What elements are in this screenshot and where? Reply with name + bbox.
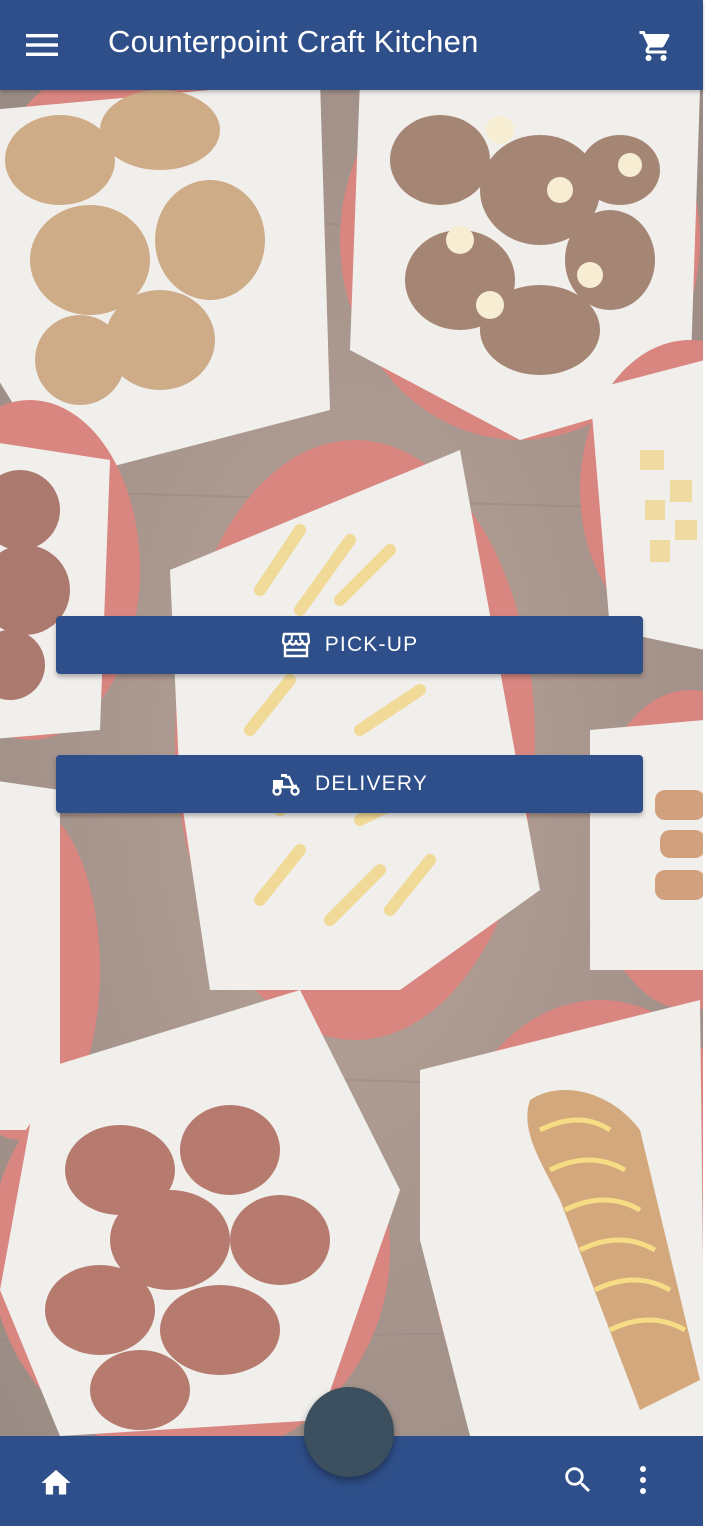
pickup-button[interactable]: PICK-UP <box>56 616 643 674</box>
home-button[interactable] <box>34 1458 78 1502</box>
search-icon <box>565 1467 591 1493</box>
storefront-icon <box>281 630 311 660</box>
app-title: Counterpoint Craft Kitchen <box>108 24 479 59</box>
menu-button[interactable] <box>22 27 62 63</box>
menu-icon <box>26 34 58 56</box>
delivery-button[interactable]: DELIVERY <box>56 755 643 813</box>
more-options-button[interactable] <box>621 1458 665 1502</box>
app-screen: Counterpoint Craft Kitchen PICK-UP DELIV… <box>0 0 705 1530</box>
cart-icon <box>639 31 670 61</box>
home-icon <box>41 1469 71 1495</box>
delivery-label: DELIVERY <box>314 772 429 795</box>
delivery-scooter-icon <box>271 769 301 799</box>
search-button[interactable] <box>556 1458 600 1502</box>
top-app-bar: Counterpoint Craft Kitchen <box>0 0 703 90</box>
more-vert-icon <box>640 1466 646 1494</box>
floating-action-button[interactable] <box>304 1387 394 1477</box>
cart-button[interactable] <box>634 24 678 68</box>
pickup-label: PICK-UP <box>324 633 419 656</box>
